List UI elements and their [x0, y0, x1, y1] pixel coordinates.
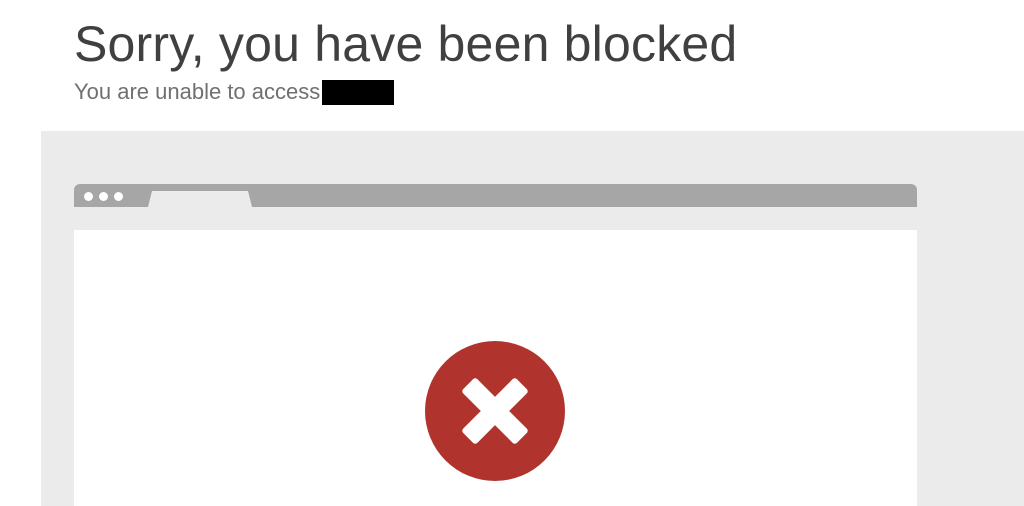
window-dot-icon [99, 192, 108, 201]
window-dot-icon [114, 192, 123, 201]
page-title: Sorry, you have been blocked [74, 16, 738, 72]
error-x-icon [425, 341, 565, 481]
window-dot-icon [84, 192, 93, 201]
redacted-domain-block [322, 79, 395, 105]
illustration-panel [41, 131, 1024, 506]
subtitle-text: You are unable to access [74, 79, 321, 104]
browser-window-bar [74, 184, 917, 207]
browser-tab-shape [148, 191, 252, 207]
page-subtitle: You are unable to access [74, 78, 395, 106]
blocked-page: Sorry, you have been blocked You are una… [0, 0, 1024, 506]
browser-window-body [74, 230, 917, 506]
